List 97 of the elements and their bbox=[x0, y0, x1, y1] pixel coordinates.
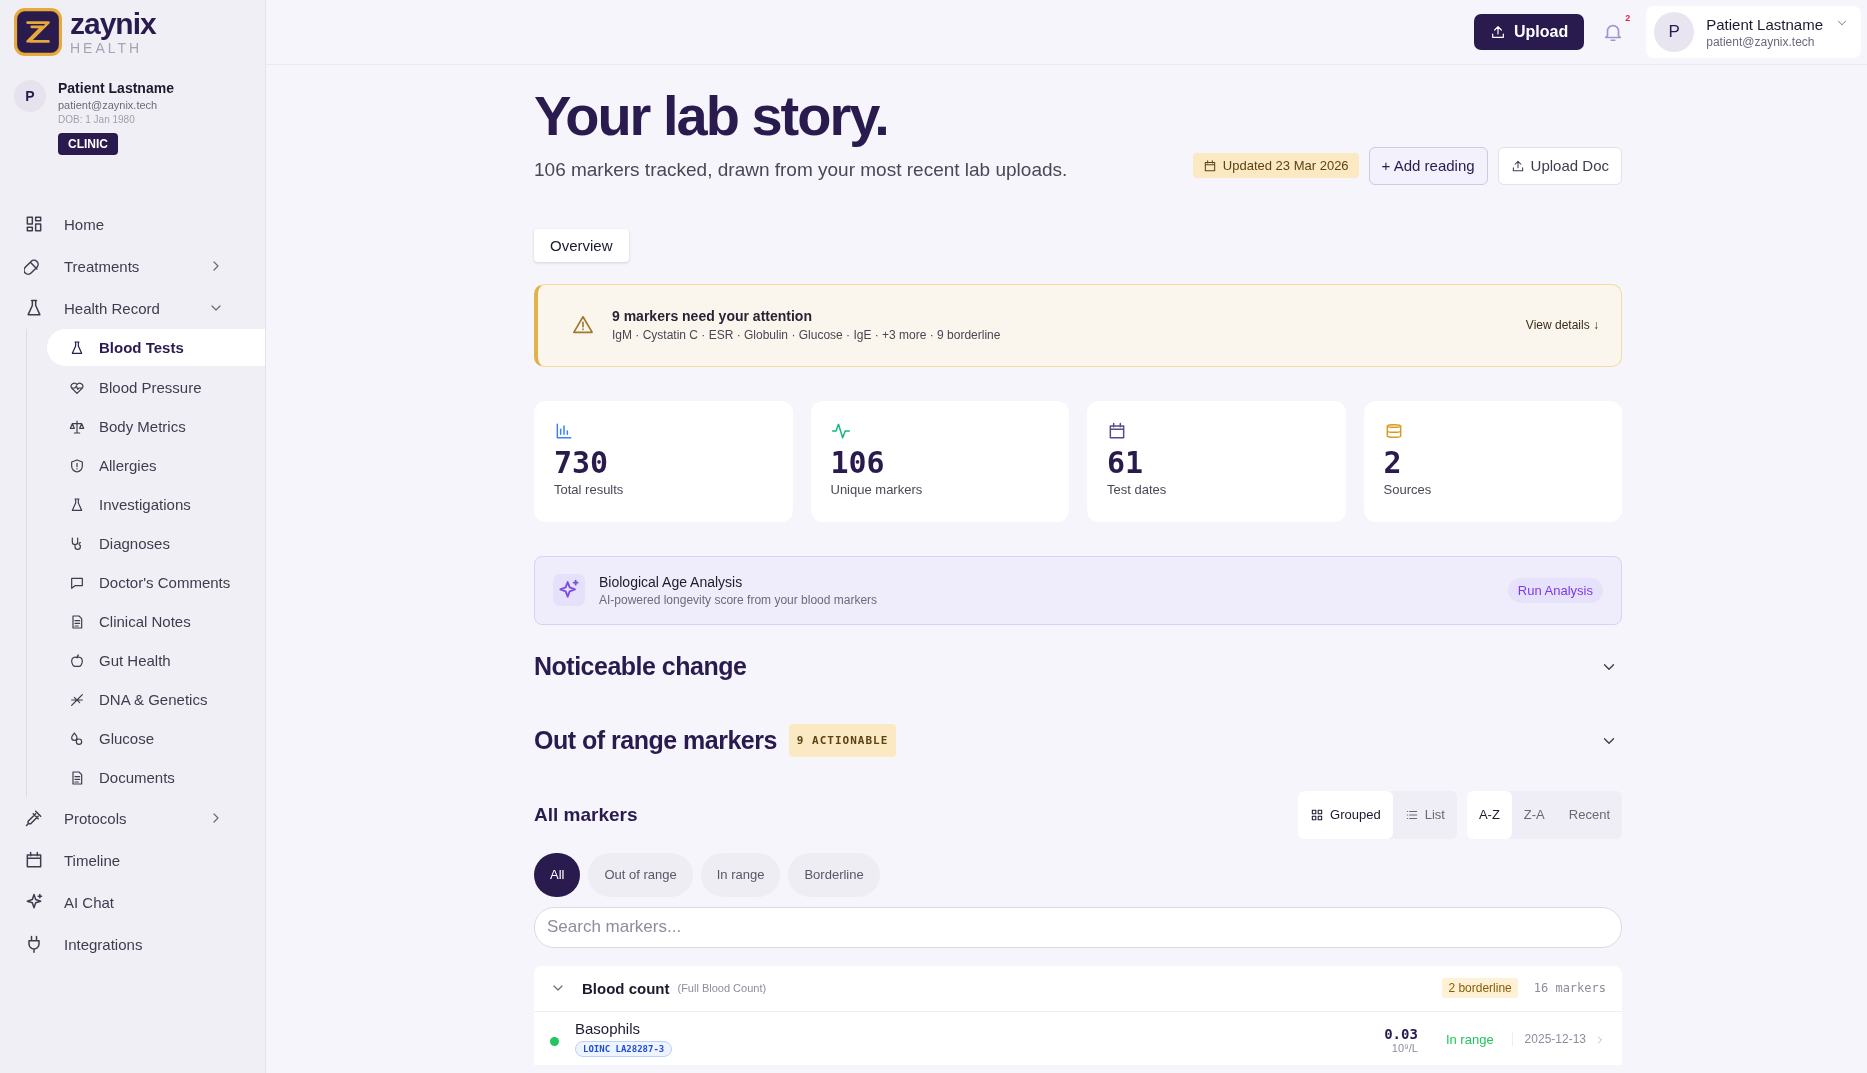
nav-item[interactable]: Investigations bbox=[47, 485, 265, 524]
nav-item[interactable]: DNA & Genetics bbox=[47, 680, 265, 719]
patient-name: Patient Lastname bbox=[58, 80, 174, 96]
patient-email: patient@zaynix.tech bbox=[58, 99, 158, 111]
sparkle-icon bbox=[553, 574, 585, 607]
stat-label: Unique markers bbox=[830, 481, 923, 497]
avatar: P bbox=[14, 80, 46, 112]
section-title: Noticeable change bbox=[534, 652, 747, 682]
brand-tagline: HEALTH bbox=[70, 41, 144, 55]
actionable-badge: 9 ACTIONABLE bbox=[788, 724, 897, 758]
upload-doc-button[interactable]: Upload Doc bbox=[1497, 146, 1622, 185]
page-subtitle: 106 markers tracked, drawn from your most recent lab uploads. bbox=[534, 158, 1068, 181]
nav-icon bbox=[24, 850, 44, 870]
nav-icon bbox=[24, 298, 44, 318]
nav-icon bbox=[69, 613, 85, 630]
stat-label: Sources bbox=[1383, 481, 1432, 497]
nav-item[interactable]: Protocols bbox=[14, 797, 224, 839]
nav-icon bbox=[24, 214, 44, 234]
view-details-link[interactable]: View details ↓ bbox=[1525, 318, 1599, 333]
stat-value: 61 bbox=[1107, 444, 1144, 480]
stat-label: Test dates bbox=[1107, 481, 1167, 497]
stat-value: 2 bbox=[1383, 444, 1402, 480]
loinc-code-link[interactable]: LOINC LA28287-3 bbox=[575, 1040, 673, 1057]
nav-item[interactable]: Body Metrics bbox=[47, 407, 265, 446]
tab[interactable]: Overview bbox=[534, 228, 629, 262]
brand-name: zaynix bbox=[70, 9, 156, 39]
nav-icon bbox=[69, 769, 85, 786]
add-reading-button[interactable]: + Add reading bbox=[1368, 146, 1488, 185]
nav-item[interactable]: Clinical Notes bbox=[47, 602, 265, 641]
user-email: patient@zaynix.tech bbox=[1706, 34, 1816, 49]
stat-label: Total results bbox=[554, 481, 624, 497]
nav-icon bbox=[24, 808, 44, 828]
bio-age-subtitle: AI-powered longevity score from your blood markers bbox=[599, 592, 878, 607]
nav-icon bbox=[69, 652, 85, 669]
user-menu[interactable]: P Patient Lastname patient@zaynix.tech bbox=[1646, 6, 1861, 58]
nav-icon bbox=[69, 691, 85, 708]
nav-icon bbox=[69, 379, 85, 396]
role-badge: CLINIC bbox=[58, 133, 118, 155]
nav-item[interactable]: Allergies bbox=[47, 446, 265, 485]
banner-title: 9 markers need your attention bbox=[612, 308, 813, 325]
marker-row[interactable]: Basophils LOINC LA28287-3 0.03 10⁹/L In range 2025-12-13 bbox=[534, 1011, 1622, 1065]
sort-option[interactable]: Recent bbox=[1556, 790, 1622, 839]
nav-item[interactable]: Blood Tests bbox=[47, 329, 265, 366]
filter-chip[interactable]: All bbox=[534, 852, 581, 897]
stat-value: 106 bbox=[830, 444, 885, 480]
borderline-badge: 2 borderline bbox=[1442, 978, 1518, 999]
nav-item[interactable]: AI Chat bbox=[14, 881, 224, 923]
group-name: Blood count bbox=[582, 979, 670, 997]
marker-name: Basophils bbox=[575, 1019, 641, 1037]
stat-value: 730 bbox=[554, 444, 609, 480]
upload-icon bbox=[1510, 158, 1525, 173]
sort-option[interactable]: A-Z bbox=[1466, 790, 1512, 839]
notification-count: 2 bbox=[1625, 13, 1631, 23]
nav-icon bbox=[69, 457, 85, 474]
marker-value: 0.03 bbox=[1384, 1025, 1418, 1042]
avatar: P bbox=[1654, 12, 1695, 52]
nav-item[interactable]: Home bbox=[14, 203, 224, 245]
nav-icon bbox=[69, 339, 85, 356]
nav-item[interactable]: Timeline bbox=[14, 839, 224, 881]
bio-age-title: Biological Age Analysis bbox=[599, 573, 744, 590]
nav-item[interactable]: Documents bbox=[47, 758, 265, 797]
banner-detail: IgM · Cystatin C · ESR · Globulin · Glucose · IgE · +3 more · 9 borderline bbox=[612, 328, 1001, 343]
run-analysis-button[interactable]: Run Analysis bbox=[1507, 577, 1603, 603]
filter-chip[interactable]: In range bbox=[700, 852, 781, 897]
nav-item[interactable]: Gut Health bbox=[47, 641, 265, 680]
patient-dob: DOB: 1 Jan 1980 bbox=[58, 114, 135, 125]
grid-icon bbox=[1310, 807, 1325, 822]
section-title: Out of range markers bbox=[534, 726, 777, 756]
updated-date: Updated 23 Mar 2026 bbox=[1222, 158, 1349, 174]
section-title: All markers bbox=[534, 803, 638, 826]
nav-icon bbox=[69, 418, 85, 435]
filter-chip[interactable]: Out of range bbox=[588, 852, 693, 897]
nav-item[interactable]: Integrations bbox=[14, 923, 224, 965]
marker-date: 2025-12-13 bbox=[1511, 1031, 1586, 1046]
upload-icon bbox=[1490, 24, 1507, 40]
view-option[interactable]: Grouped bbox=[1298, 790, 1393, 839]
nav-item[interactable]: Diagnoses bbox=[47, 524, 265, 563]
user-name: Patient Lastname bbox=[1706, 15, 1823, 33]
search-field[interactable]: Search markers... bbox=[534, 906, 1622, 948]
calendar-icon bbox=[1202, 158, 1217, 173]
group-subtitle: (Full Blood Count) bbox=[677, 982, 767, 995]
page-title: Your lab story. bbox=[534, 85, 889, 147]
nav-item[interactable]: Glucose bbox=[47, 719, 265, 758]
nav-item[interactable]: Blood Pressure bbox=[47, 368, 265, 407]
nav-item[interactable]: Doctor's Comments bbox=[47, 563, 265, 602]
nav-icon bbox=[69, 496, 85, 513]
filter-chip[interactable]: Borderline bbox=[788, 852, 880, 897]
logo-icon bbox=[14, 8, 62, 56]
nav-item[interactable]: Health Record bbox=[14, 287, 224, 329]
view-option[interactable]: List bbox=[1392, 790, 1457, 839]
marker-unit: 10⁹/L bbox=[1391, 1041, 1418, 1054]
marker-status: In range bbox=[1445, 1031, 1494, 1047]
upload-button[interactable]: Upload bbox=[1474, 14, 1585, 50]
sort-option[interactable]: Z-A bbox=[1511, 790, 1557, 839]
marker-count: 16 markers bbox=[1533, 981, 1606, 996]
nav-icon bbox=[69, 730, 85, 747]
nav-item[interactable]: Treatments bbox=[14, 245, 224, 287]
